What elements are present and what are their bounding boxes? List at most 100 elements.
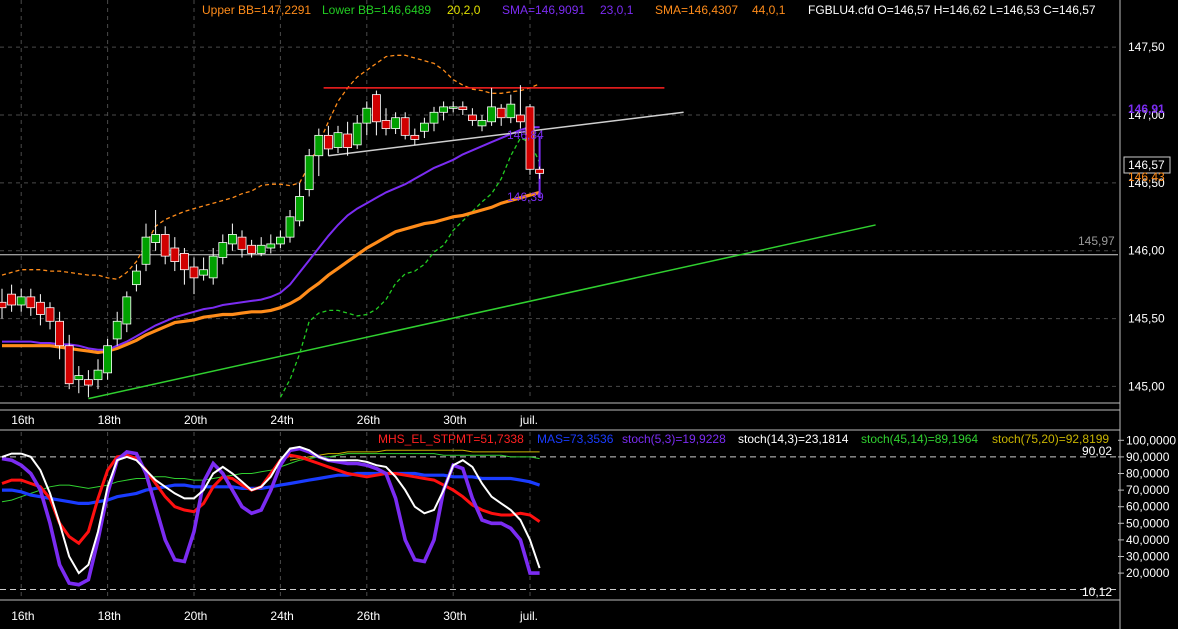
- candle-body: [458, 106, 468, 110]
- date-tick-label: juil.: [519, 413, 538, 427]
- candle-body: [227, 234, 237, 245]
- candle-body: [74, 375, 84, 381]
- date-tick-label: 24th: [270, 413, 293, 427]
- candle-body: [381, 120, 391, 129]
- osc-stoch53-label: stoch(5,3)=19,9228: [622, 432, 726, 446]
- candle-body: [93, 369, 103, 381]
- osc-mas-label: MAS=73,3536: [537, 432, 614, 446]
- candle-body: [36, 301, 45, 315]
- candle-body: [84, 379, 93, 386]
- candle-body: [314, 134, 324, 157]
- candle-body: [362, 107, 372, 124]
- candle-body: [122, 296, 132, 325]
- candle-body: [26, 296, 36, 309]
- candle-body: [487, 106, 497, 123]
- price-tick-label: 146,00: [1128, 244, 1165, 258]
- date-tick-label: 18th: [98, 413, 121, 427]
- candle-body: [45, 307, 55, 322]
- osc-date-tick-label: 16th: [11, 609, 34, 623]
- osc-date-tick-label: 20th: [184, 609, 207, 623]
- candle-body: [506, 103, 516, 119]
- candle-body: [266, 243, 276, 249]
- candle-body: [0, 301, 7, 309]
- candle-body: [400, 117, 410, 136]
- candle-body: [55, 320, 64, 347]
- chart-canvas: 145,00145,50146,00146,50147,00147,5016th…: [0, 0, 1178, 629]
- candle-body: [323, 134, 333, 150]
- candle-body: [189, 266, 199, 279]
- date-tick-label: 20th: [184, 413, 207, 427]
- candle-body: [160, 234, 170, 257]
- osc-lower-value: 10,12: [1082, 585, 1112, 599]
- osc-date-tick-label: 24th: [270, 609, 293, 623]
- osc-tick-label: 60,0000: [1126, 500, 1170, 514]
- price-tick-label: 145,00: [1128, 379, 1165, 393]
- candle-body: [131, 270, 141, 286]
- bb-params-label: 20,2,0: [447, 3, 481, 17]
- price-tick-label: 145,50: [1128, 312, 1165, 326]
- candle-body: [304, 155, 314, 191]
- sma1-params-label: 23,0,1: [600, 3, 634, 17]
- candle-body: [64, 345, 74, 385]
- candle-body: [516, 114, 525, 123]
- osc-tick-label: 70,0000: [1126, 483, 1170, 497]
- candle-body: [256, 244, 266, 254]
- osc-tick-label: 20,0000: [1126, 566, 1170, 580]
- sma-low-label: 146,39: [507, 190, 544, 204]
- candle-body: [141, 236, 151, 265]
- candle-body: [275, 236, 285, 245]
- sma1-value-tag: 146,91: [1128, 102, 1165, 116]
- date-tick-label: 30th: [443, 413, 466, 427]
- osc-tick-label: 40,0000: [1126, 533, 1170, 547]
- osc-mhs-label: MHS_EL_STPMT=51,7338: [378, 432, 524, 446]
- candle-body: [496, 107, 506, 119]
- candle-body: [391, 117, 401, 129]
- level-value-label: 145,97: [1078, 234, 1115, 248]
- date-tick-label: 16th: [11, 413, 34, 427]
- candle-body: [439, 106, 449, 113]
- sma2-value-tag: 146,43: [1128, 170, 1165, 184]
- sma-high-label: 146,84: [507, 128, 544, 142]
- candle-body: [371, 94, 381, 123]
- candle-body: [467, 114, 477, 121]
- candle-body: [410, 134, 420, 140]
- candle-body: [247, 244, 257, 254]
- candle-body: [295, 196, 305, 222]
- candle-body: [285, 216, 295, 238]
- price-tick-label: 147,50: [1128, 40, 1165, 54]
- candle-body: [343, 133, 353, 148]
- candle-body: [179, 253, 189, 271]
- osc-date-tick-label: 18th: [98, 609, 121, 623]
- candle-body: [429, 111, 439, 124]
- candle-body: [333, 132, 343, 148]
- candle-body: [112, 320, 122, 340]
- candle-body: [16, 296, 26, 306]
- osc-date-tick-label: 26th: [357, 609, 380, 623]
- osc-stoch143-label: stoch(14,3)=23,1814: [738, 432, 849, 446]
- osc-date-tick-label: juil.: [519, 609, 538, 623]
- sma2-label: SMA=146,4307: [655, 3, 738, 17]
- ohlc-label: FGBLU4.cfd O=146,57 H=146,62 L=146,53 C=…: [808, 3, 1096, 17]
- candle-body: [535, 168, 544, 174]
- candle-body: [170, 247, 180, 262]
- osc-tick-label: 30,0000: [1126, 550, 1170, 564]
- chart-background: [0, 0, 1178, 629]
- sma1-label: SMA=146,9091: [502, 3, 585, 17]
- candle-body: [477, 120, 487, 127]
- bb-lower-label: Lower BB=146,6489: [322, 3, 431, 17]
- candle-body: [7, 293, 16, 306]
- bb-upper-label: Upper BB=147,2291: [202, 3, 311, 17]
- osc-upper-value: 90,02: [1082, 444, 1112, 458]
- candle-body: [237, 236, 247, 250]
- candle-body: [103, 345, 112, 374]
- candle-body: [208, 255, 218, 279]
- osc-stoch4514-label: stoch(45,14)=89,1964: [861, 432, 978, 446]
- osc-tick-label: 100,0000: [1126, 433, 1176, 447]
- sma2-params-label: 44,0,1: [752, 3, 786, 17]
- osc-tick-label: 80,0000: [1126, 467, 1170, 481]
- osc-tick-label: 50,0000: [1126, 516, 1170, 530]
- osc-tick-label: 90,0000: [1126, 450, 1170, 464]
- candle-body: [352, 122, 362, 146]
- candle-body: [448, 106, 458, 109]
- date-tick-label: 26th: [357, 413, 380, 427]
